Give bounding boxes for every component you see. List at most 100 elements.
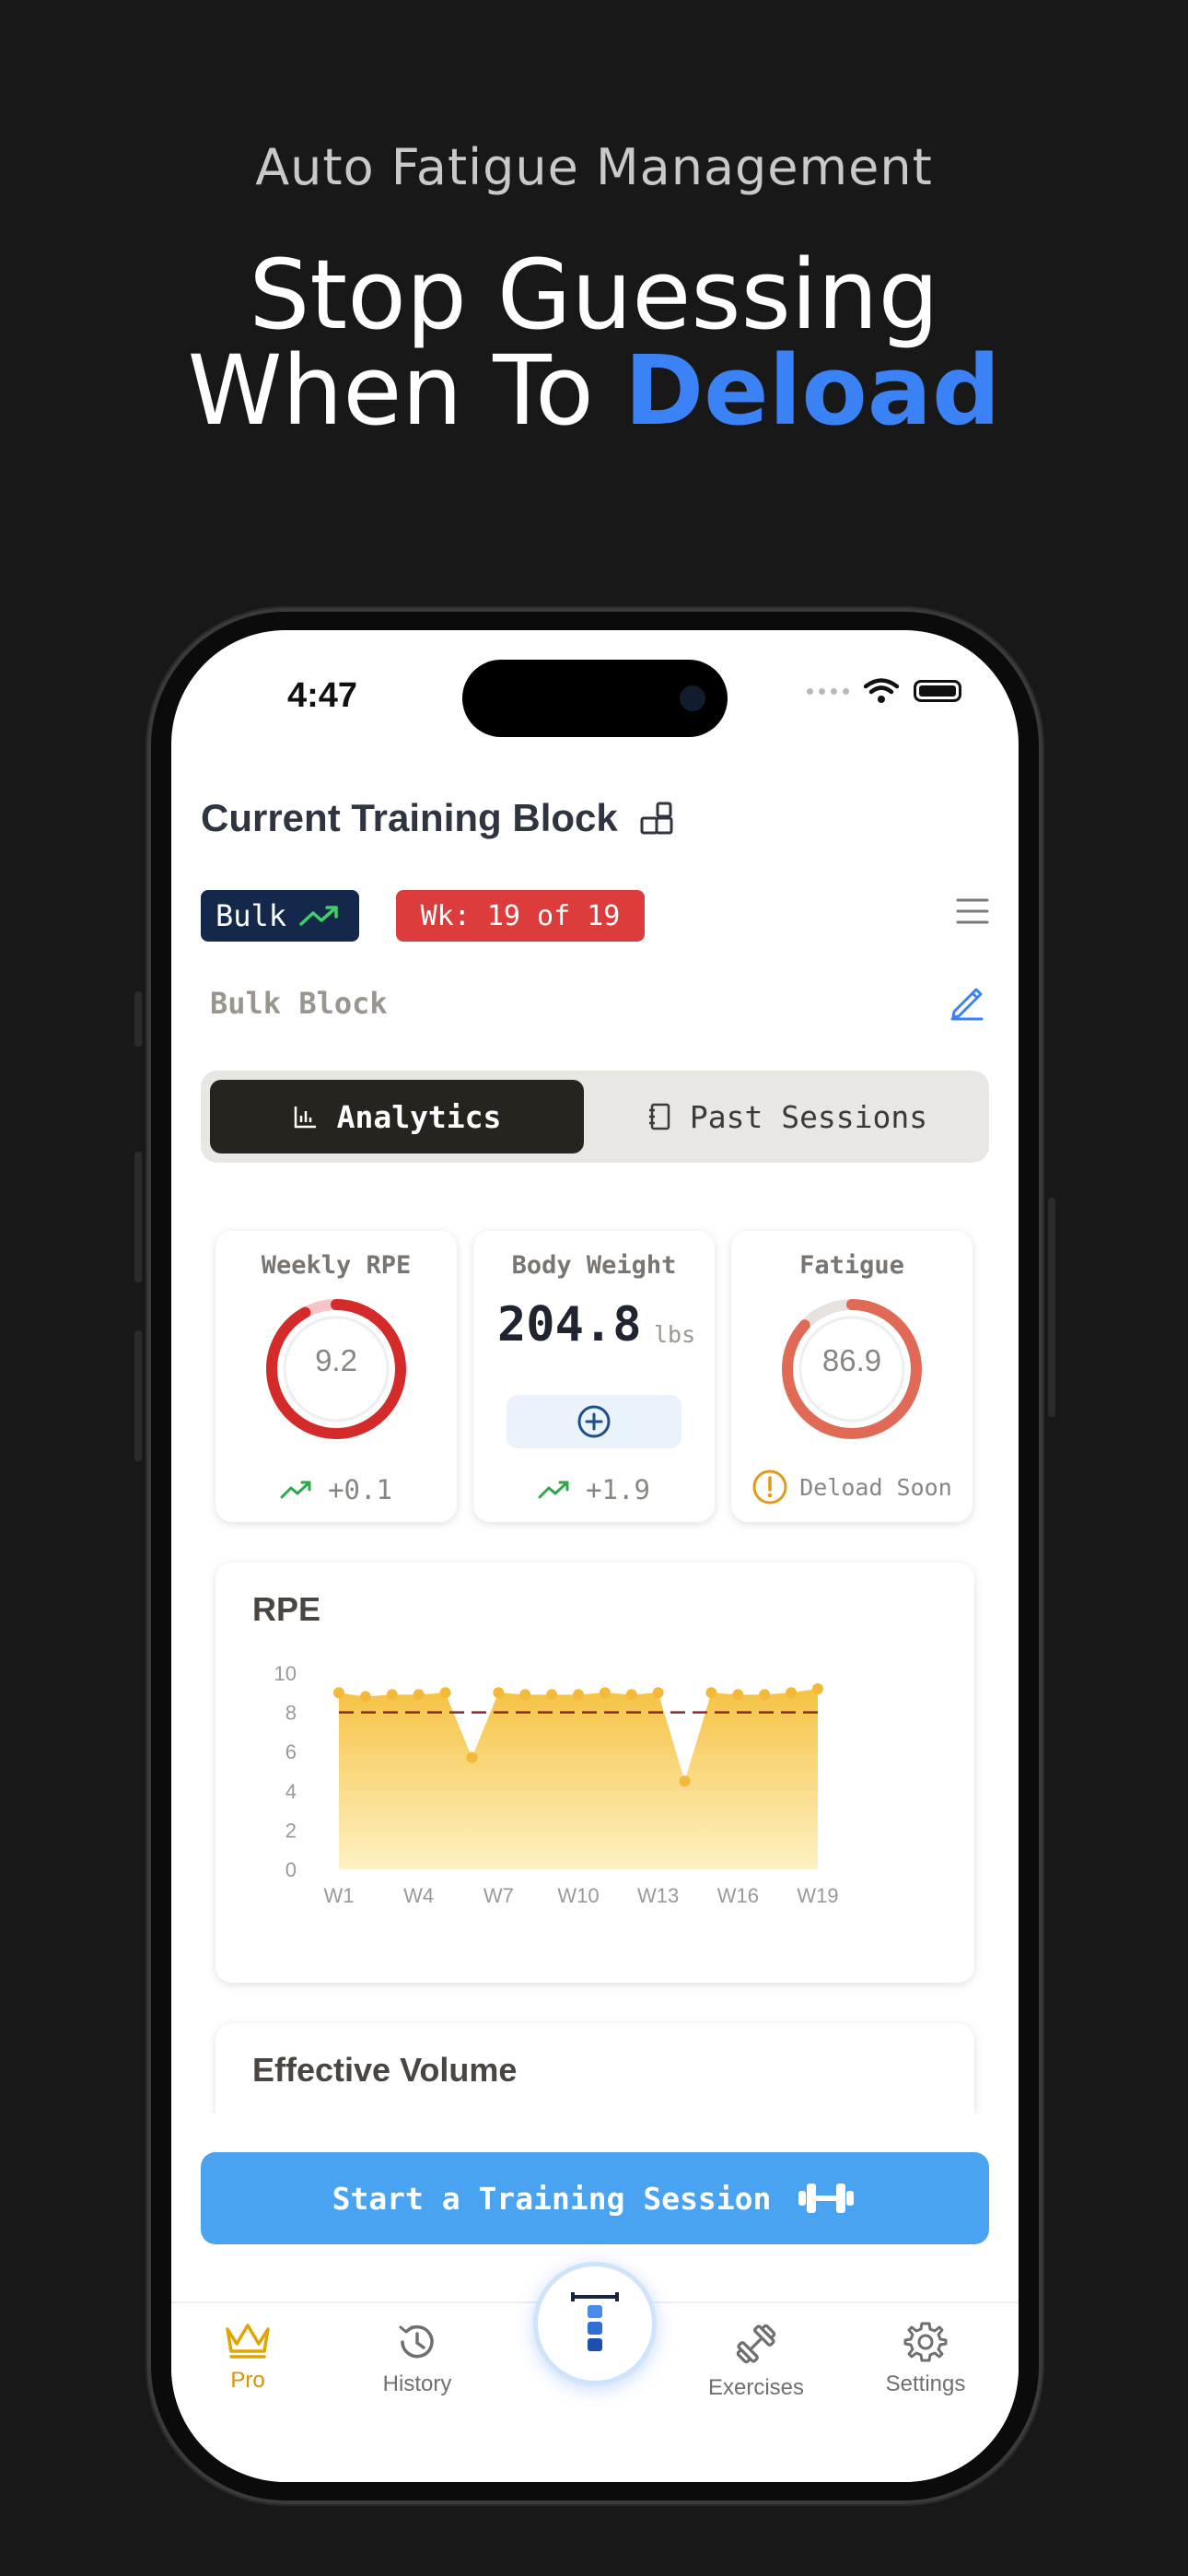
- x-tick-label: W16: [717, 1884, 759, 1907]
- x-tick-label: W10: [557, 1884, 599, 1907]
- weekly-rpe-card[interactable]: Weekly RPE 9.2 +0.1: [215, 1231, 457, 1522]
- tab-pro-label: Pro: [230, 2368, 265, 2393]
- x-tick-label: W13: [637, 1884, 679, 1907]
- data-point: [413, 1689, 425, 1701]
- data-point: [439, 1687, 451, 1699]
- trend-up-icon: [299, 906, 338, 926]
- weekly-rpe-change: +0.1: [328, 1474, 392, 1505]
- scroll-fade: [171, 2113, 1019, 2150]
- weekly-rpe-ring: 9.2: [262, 1295, 410, 1443]
- y-tick-label: 10: [274, 1662, 297, 1685]
- y-tick-label: 2: [285, 1819, 297, 1842]
- x-tick-label: W4: [403, 1884, 434, 1907]
- data-point: [679, 1775, 691, 1787]
- body-weight-value: 204.8: [497, 1297, 642, 1352]
- data-point: [573, 1689, 584, 1701]
- data-point: [599, 1687, 611, 1699]
- x-tick-label: W1: [324, 1884, 355, 1907]
- fatigue-status: Deload Soon: [799, 1473, 952, 1501]
- edit-pencil-icon[interactable]: [949, 984, 985, 1021]
- tab-exercises[interactable]: Exercises: [687, 2320, 825, 2401]
- block-name: Bulk Block: [210, 986, 388, 1021]
- body-weight-unit: lbs: [654, 1321, 696, 1348]
- fatigue-ring: 86.9: [778, 1295, 926, 1443]
- page-title: Current Training Block: [201, 796, 618, 839]
- data-point: [812, 1683, 823, 1695]
- wifi-icon: [864, 678, 899, 703]
- rpe-area: [339, 1689, 818, 1869]
- menu-icon[interactable]: [956, 897, 989, 925]
- weekly-rpe-value: 9.2: [315, 1343, 357, 1377]
- week-badge: Wk: 19 of 19: [396, 890, 645, 942]
- add-body-weight-button[interactable]: [507, 1395, 681, 1448]
- phase-badge-label: Bulk: [215, 898, 287, 933]
- tab-past-sessions[interactable]: Past Sessions: [595, 1080, 980, 1153]
- plus-circle-icon: [577, 1405, 611, 1438]
- data-point: [625, 1689, 637, 1701]
- barbell-stack-icon: [571, 2292, 619, 2351]
- x-tick-label: W7: [483, 1884, 514, 1907]
- weekly-rpe-footer: +0.1: [215, 1474, 457, 1505]
- hero-title-line2: When To Deload: [0, 343, 1188, 439]
- rpe-chart-card: RPE 0 2 4 6 8 10 W1 W4 W7 W10 W13 W16 W19: [215, 1563, 974, 1983]
- hero-title-line1: Stop Guessing: [249, 239, 939, 351]
- side-button-silent: [134, 991, 142, 1047]
- x-tick-label: W19: [797, 1884, 838, 1907]
- dynamic-island: [462, 660, 728, 737]
- body-weight-card[interactable]: Body Weight 204.8 lbs +1.9: [473, 1231, 715, 1522]
- tab-pro[interactable]: Pro: [179, 2320, 317, 2394]
- dumbbell-icon: [798, 2184, 855, 2213]
- data-point: [732, 1689, 744, 1701]
- fatigue-footer: Deload Soon: [731, 1469, 973, 1505]
- data-point: [786, 1687, 798, 1699]
- hero-title-prefix: When To: [187, 334, 624, 447]
- start-session-label: Start a Training Session: [332, 2180, 772, 2217]
- tab-bar: Pro History Exercises Settings: [171, 2266, 1019, 2482]
- rpe-chart: 0 2 4 6 8 10 W1 W4 W7 W10 W13 W16 W19: [274, 1662, 839, 1907]
- tab-settings[interactable]: Settings: [856, 2320, 995, 2397]
- y-tick-label: 4: [285, 1780, 297, 1803]
- phase-badge[interactable]: Bulk: [201, 890, 359, 942]
- side-button-power: [1048, 1198, 1055, 1417]
- blocks-icon[interactable]: [639, 802, 676, 838]
- data-point: [759, 1689, 771, 1701]
- data-point: [333, 1687, 344, 1699]
- status-icons: [807, 678, 961, 704]
- tab-history[interactable]: History: [348, 2320, 486, 2397]
- battery-icon: [914, 680, 961, 702]
- data-point: [652, 1687, 664, 1699]
- fatigue-card[interactable]: Fatigue 86.9 Deload Soon: [731, 1231, 973, 1522]
- data-point: [493, 1687, 505, 1699]
- tab-history-label: History: [382, 2371, 452, 2396]
- body-weight-change: +1.9: [586, 1474, 650, 1505]
- tab-settings-label: Settings: [885, 2371, 966, 2396]
- warning-circle-icon: [752, 1469, 787, 1505]
- trend-up-icon: [538, 1481, 569, 1499]
- start-workout-tab-button[interactable]: [538, 2266, 652, 2381]
- dumbbell-icon: [736, 2324, 776, 2364]
- body-weight-footer: +1.9: [473, 1474, 715, 1505]
- hero-title-accent: Deload: [623, 334, 1001, 447]
- data-point: [546, 1689, 558, 1701]
- start-session-button[interactable]: Start a Training Session: [201, 2152, 989, 2244]
- body-weight-label: Body Weight: [511, 1251, 677, 1280]
- data-point: [705, 1687, 717, 1699]
- y-tick-label: 8: [285, 1702, 297, 1725]
- crown-icon: [226, 2324, 270, 2359]
- fatigue-value: 86.9: [821, 1343, 882, 1377]
- gear-icon: [903, 2322, 948, 2362]
- tab-analytics[interactable]: Analytics: [210, 1080, 584, 1153]
- weekly-rpe-label: Weekly RPE: [261, 1251, 412, 1280]
- phone-screen: 4:47 Current Training Block Bulk Wk: 19 …: [171, 630, 1019, 2482]
- y-tick-label: 6: [285, 1740, 297, 1763]
- data-point: [466, 1751, 478, 1763]
- fatigue-label: Fatigue: [799, 1251, 904, 1280]
- signal-dots-icon: [807, 687, 849, 695]
- data-point: [519, 1689, 531, 1701]
- y-tick-label: 0: [285, 1858, 297, 1881]
- tab-exercises-label: Exercises: [707, 2375, 805, 2400]
- data-point: [359, 1691, 371, 1703]
- data-point: [386, 1689, 398, 1701]
- hero-title: Stop Guessing When To Deload: [0, 247, 1188, 439]
- camera-icon: [680, 685, 705, 711]
